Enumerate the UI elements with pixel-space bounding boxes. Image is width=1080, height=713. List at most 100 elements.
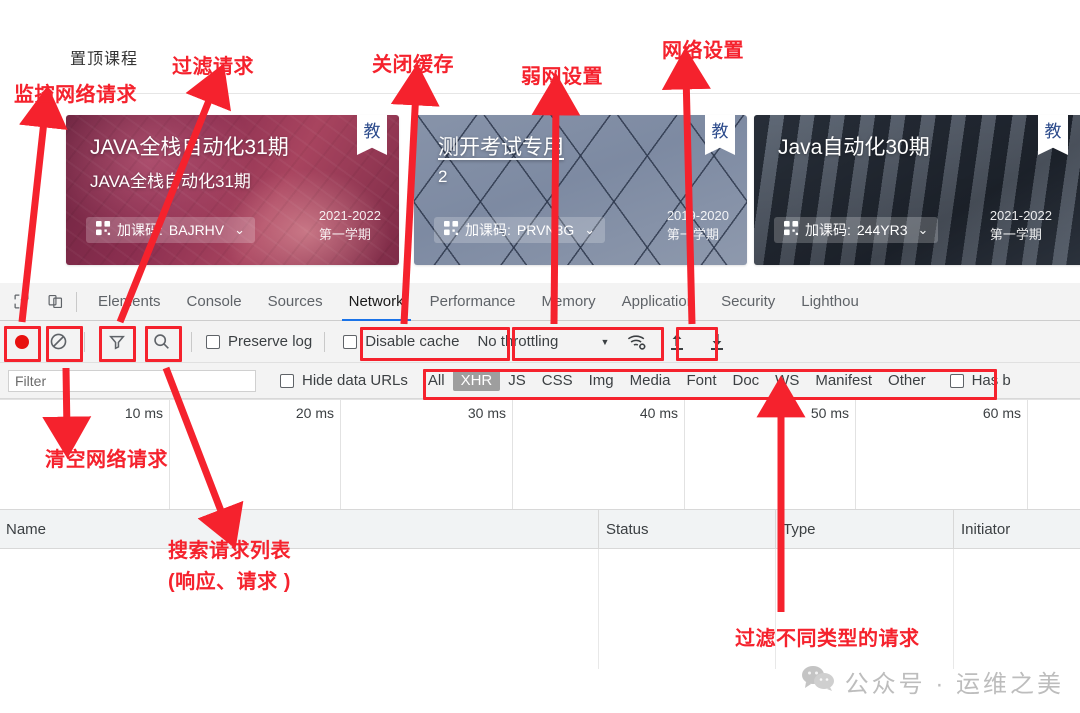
qr-code-icon [444, 221, 459, 239]
column-header-name[interactable]: Name [6, 521, 46, 538]
column-separator[interactable] [953, 510, 954, 548]
inspect-element-icon[interactable] [8, 289, 34, 315]
requests-table-body[interactable] [0, 549, 1080, 669]
type-filter-css[interactable]: CSS [534, 370, 581, 391]
overview-tick: 20 ms [295, 405, 334, 421]
chevron-down-icon[interactable]: ⌄ [917, 222, 928, 238]
has-blocked-cookies-checkbox[interactable]: Has b [949, 372, 1011, 389]
requests-table-header: Name Status Type Initiator [0, 509, 1080, 549]
overview-gridline [684, 399, 685, 509]
course-code-value: 244YR3 [856, 222, 908, 238]
type-filter-other[interactable]: Other [880, 370, 934, 391]
course-code-chip[interactable]: 加课码: 244YR3 ⌄ [774, 217, 939, 243]
type-filter-all[interactable]: All [420, 370, 453, 391]
preserve-log-checkbox[interactable]: Preserve log [206, 333, 312, 350]
tab-memory[interactable]: Memory [529, 283, 609, 321]
column-separator [775, 549, 776, 669]
course-card-title: 测开考试专用 [438, 136, 564, 159]
course-card[interactable]: 教 测开考试专用 2 加课码: PRVN3G ⌄ 2019-2020 第一学期 [414, 115, 747, 265]
course-card[interactable]: 教 JAVA全栈自动化31期 JAVA全栈自动化31期 加课码: BAJRHV … [66, 115, 399, 265]
course-term: 2021-2022 第一学期 [990, 207, 1052, 245]
type-filter-font[interactable]: Font [678, 370, 724, 391]
checkbox-box[interactable] [949, 373, 964, 388]
export-har-icon[interactable] [703, 328, 731, 356]
type-filter-img[interactable]: Img [581, 370, 622, 391]
tab-security[interactable]: Security [708, 283, 788, 321]
overview-gridline [512, 399, 513, 509]
course-code-chip[interactable]: 加课码: BAJRHV ⌄ [86, 217, 256, 243]
tab-sources[interactable]: Sources [255, 283, 336, 321]
course-year: 2021-2022 [318, 208, 381, 224]
tab-performance[interactable]: Performance [417, 283, 529, 321]
checkbox-box[interactable] [343, 334, 358, 349]
tab-network[interactable]: Network [336, 283, 417, 321]
hide-data-urls-checkbox[interactable]: Hide data URLs [280, 372, 408, 389]
filter-button[interactable] [103, 328, 131, 356]
search-button[interactable] [147, 328, 175, 356]
type-filter-xhr[interactable]: XHR [452, 370, 501, 391]
toolbar-separator [324, 331, 326, 352]
checkbox-box[interactable] [280, 373, 294, 388]
toolbar-separator [84, 331, 85, 352]
type-filter-media[interactable]: Media [622, 370, 679, 391]
course-code-label: 加课码: [465, 222, 511, 238]
column-header-initiator[interactable]: Initiator [961, 521, 1010, 538]
chevron-down-icon[interactable]: ⌄ [234, 222, 245, 238]
filter-placeholder: Filter [15, 372, 47, 389]
overview-gridline [855, 399, 856, 509]
type-filter-doc[interactable]: Doc [724, 370, 767, 391]
overview-tick: 50 ms [810, 405, 849, 421]
type-filter-manifest[interactable]: Manifest [807, 370, 880, 391]
clear-button[interactable] [44, 328, 72, 356]
section-divider [66, 93, 1080, 94]
tab-application[interactable]: Application [609, 283, 708, 321]
import-har-icon[interactable] [663, 328, 691, 356]
tab-label: Application [621, 293, 696, 310]
overview-topline [0, 399, 1080, 400]
type-filter-ws[interactable]: WS [767, 370, 807, 391]
tab-label: Memory [541, 293, 596, 310]
checkbox-box[interactable] [206, 334, 220, 349]
course-page: 置顶课程 教 JAVA全栈自动化31期 JAVA全栈自动化31期 加课码: BA… [0, 0, 1080, 283]
device-toolbar-icon[interactable] [42, 289, 68, 315]
overview-tick: 40 ms [639, 405, 678, 421]
network-filterbar: Filter Hide data URLs All XHR JS CSS Img… [0, 363, 1080, 399]
course-code-label: 加课码: [117, 222, 163, 238]
hide-data-urls-label: Hide data URLs [302, 372, 408, 389]
course-semester: 第一学期 [666, 227, 719, 243]
course-term: 2019-2020 第一学期 [667, 207, 729, 245]
column-header-type[interactable]: Type [783, 521, 816, 538]
network-conditions-icon[interactable] [623, 328, 651, 356]
course-card-title: Java自动化30期 [778, 136, 930, 159]
disable-cache-label: Disable cache [365, 333, 460, 350]
disable-cache-checkbox[interactable]: Disable cache [343, 333, 459, 350]
type-filter-js[interactable]: JS [500, 370, 534, 391]
tab-label: Console [186, 293, 242, 310]
overview-tick: 30 ms [467, 405, 506, 421]
overview-tick: 60 ms [982, 405, 1021, 421]
tab-elements[interactable]: Elements [85, 283, 174, 321]
filter-input[interactable]: Filter [8, 369, 256, 392]
devtools-tabstrip: Elements Console Sources Network Perform… [0, 283, 1080, 321]
resource-type-filters: All XHR JS CSS Img Media Font Doc WS Man… [420, 370, 934, 391]
course-year: 2021-2022 [989, 208, 1052, 224]
tab-lighthouse[interactable]: Lighthou [788, 283, 872, 321]
column-separator[interactable] [598, 510, 599, 548]
column-separator[interactable] [775, 510, 776, 548]
qr-code-icon [96, 221, 111, 239]
course-code-label: 加课码: [805, 222, 851, 238]
throttling-select[interactable]: No throttling ▼ [473, 329, 616, 354]
course-card-title: JAVA全栈自动化31期 [90, 136, 289, 159]
network-overview[interactable]: 10 ms 20 ms 30 ms 40 ms 50 ms 60 ms [0, 399, 1080, 509]
course-code-chip[interactable]: 加课码: PRVN3G ⌄ [434, 217, 606, 243]
tab-console[interactable]: Console [174, 283, 255, 321]
course-card[interactable]: 教 Java自动化30期 加课码: 244YR3 ⌄ 2021-2022 第一学… [754, 115, 1080, 265]
tab-label: Sources [267, 293, 323, 310]
chevron-down-icon[interactable]: ⌄ [584, 222, 595, 238]
column-separator [953, 549, 954, 669]
qr-code-icon [784, 221, 799, 239]
column-header-status[interactable]: Status [606, 521, 649, 538]
tab-label: Security [721, 293, 776, 310]
course-card-subtitle: 2 [438, 167, 448, 186]
record-button[interactable] [8, 328, 36, 356]
